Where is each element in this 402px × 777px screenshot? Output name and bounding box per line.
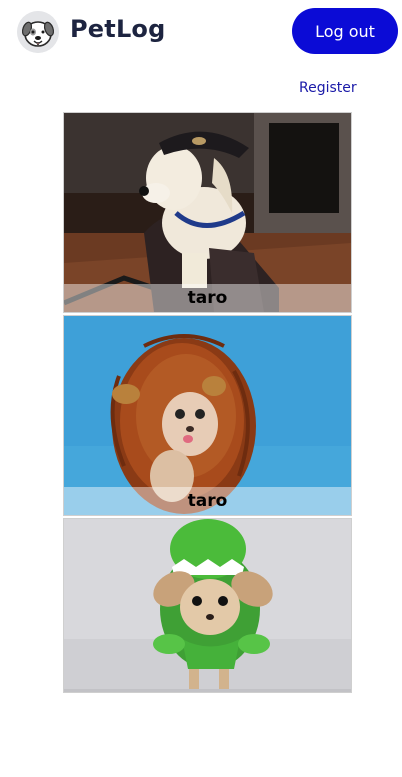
pet-photo [64, 113, 351, 312]
pet-card[interactable]: taro [63, 112, 352, 313]
register-link[interactable]: Register [299, 80, 357, 96]
logout-button[interactable]: Log out [292, 8, 398, 54]
pet-name: taro [64, 487, 351, 515]
app-title: PetLog [70, 15, 166, 43]
pet-photo [64, 519, 351, 692]
dog-face-icon[interactable] [17, 11, 59, 53]
app-header: PetLog Log out [0, 0, 402, 66]
pet-feed: taro taro [63, 112, 352, 695]
pet-card[interactable] [63, 518, 352, 693]
pet-name: taro [64, 284, 351, 312]
pet-photo [64, 316, 351, 515]
pet-card[interactable]: taro [63, 315, 352, 516]
